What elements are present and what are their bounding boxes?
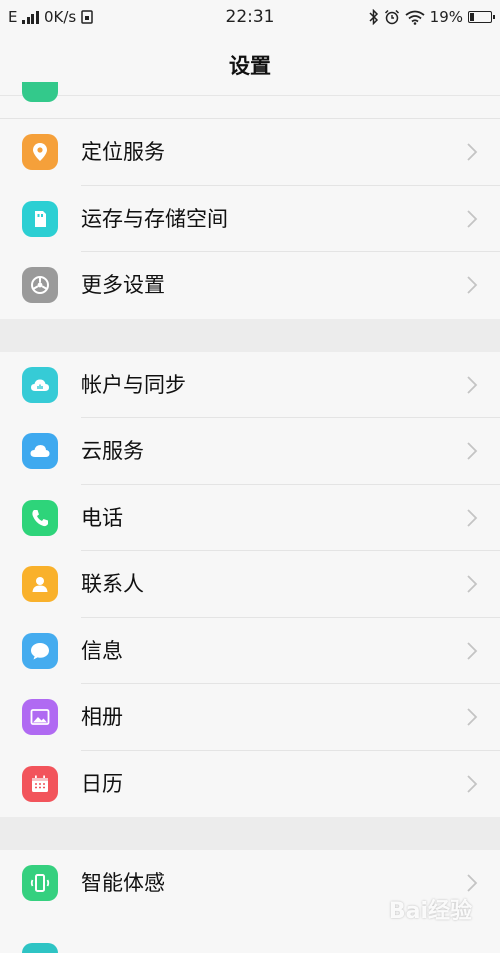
- settings-item[interactable]: 更多设置: [0, 252, 500, 319]
- settings-list: 定位服务运存与存储空间 更多设置 帐户与同步云服务电话联系人信息相册日历 智能体感: [0, 82, 500, 953]
- chevron-right-icon: [467, 575, 478, 593]
- gear-icon: [22, 267, 58, 303]
- storage-icon: [22, 200, 58, 237]
- wifi-icon: [405, 10, 425, 25]
- settings-item-label: 联系人: [81, 572, 144, 596]
- chevron-right-icon: [467, 276, 478, 294]
- account-sync-icon: [22, 366, 58, 403]
- phone-icon: [22, 499, 58, 536]
- settings-item[interactable]: 运存与存储空间: [0, 185, 500, 252]
- settings-group-apps: 帐户与同步云服务电话联系人信息相册日历: [0, 351, 500, 817]
- chevron-right-icon: [467, 442, 478, 460]
- watermark-logo: Bai经验: [388, 899, 472, 924]
- page-title: 设置: [0, 34, 500, 96]
- location-icon: [22, 134, 58, 170]
- album-icon: [22, 699, 58, 735]
- settings-item[interactable]: 信息: [0, 617, 500, 684]
- network-speed: 0K/s: [43, 8, 77, 26]
- settings-item-label: 云服务: [81, 439, 144, 463]
- app-icon: [22, 82, 58, 102]
- chevron-right-icon: [467, 774, 478, 793]
- settings-item[interactable]: 日历: [0, 750, 500, 817]
- calendar-icon: [22, 765, 58, 802]
- message-icon: [22, 632, 58, 669]
- app-icon: [22, 942, 58, 953]
- section-divider: [0, 318, 500, 352]
- battery-icon: [468, 11, 495, 23]
- settings-item[interactable]: 云服务: [0, 418, 500, 485]
- settings-item-label: 智能体感: [81, 871, 165, 895]
- sim-icon: [81, 10, 93, 24]
- chevron-right-icon: [467, 874, 478, 892]
- settings-item[interactable]: 相册: [0, 684, 500, 751]
- settings-item[interactable]: 电话: [0, 484, 500, 551]
- battery-percent: 19%: [429, 8, 463, 26]
- cloud-icon: [22, 433, 58, 469]
- alarm-icon: [384, 9, 399, 25]
- chevron-right-icon: [467, 508, 478, 527]
- chevron-right-icon: [467, 641, 478, 660]
- settings-item-label: 更多设置: [81, 273, 165, 297]
- settings-item[interactable]: 联系人: [0, 551, 500, 618]
- settings-item-label: 定位服务: [81, 140, 165, 164]
- signal-icon: [22, 10, 39, 24]
- settings-item-label: 信息: [81, 638, 123, 663]
- settings-item-label: 日历: [81, 771, 123, 796]
- settings-item-label: 电话: [81, 505, 123, 530]
- battery-fill: [470, 13, 474, 21]
- contact-icon: [22, 566, 58, 602]
- settings-group-system: 定位服务运存与存储空间 更多设置: [0, 119, 500, 319]
- settings-item-label: 运存与存储空间: [81, 206, 228, 231]
- smart-motion-icon: [22, 865, 58, 901]
- chevron-right-icon: [467, 209, 478, 228]
- chevron-right-icon: [467, 143, 478, 161]
- network-type: E: [8, 8, 18, 26]
- settings-item[interactable]: 定位服务: [0, 119, 500, 186]
- chevron-right-icon: [467, 375, 478, 394]
- settings-item-label: 相册: [81, 705, 123, 729]
- section-divider: [0, 817, 500, 850]
- bluetooth-icon: [369, 9, 378, 25]
- settings-item[interactable]: 帐户与同步: [0, 351, 500, 418]
- settings-item-label: 帐户与同步: [81, 372, 186, 397]
- partial-list-item[interactable]: [0, 82, 500, 119]
- chevron-right-icon: [467, 708, 478, 726]
- status-bar: E 0K/s 22:31 19%: [0, 0, 500, 34]
